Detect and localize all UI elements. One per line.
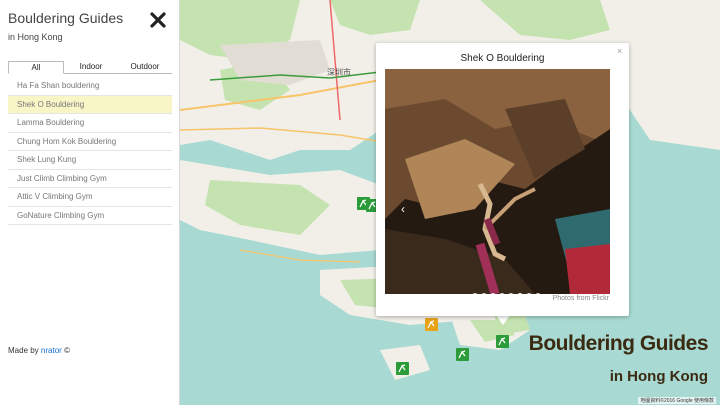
popup-close-icon[interactable]: × xyxy=(617,46,622,56)
list-item[interactable]: Ha Fa Shan bouldering xyxy=(8,77,172,96)
carousel-dot[interactable] xyxy=(499,293,505,294)
city-label: 深圳市 xyxy=(327,68,351,77)
list-item[interactable]: Just Climb Climbing Gym xyxy=(8,170,172,188)
list-item[interactable]: Shek Lung Kung xyxy=(8,151,172,170)
brand-subtitle: in Hong Kong xyxy=(609,368,708,385)
carousel-dots xyxy=(472,293,541,294)
brand-title: Bouldering Guides xyxy=(528,332,709,355)
carousel-dot[interactable] xyxy=(490,293,496,294)
outdoor-marker[interactable] xyxy=(396,362,409,375)
popup-caret xyxy=(496,315,510,325)
list-item[interactable]: GoNature Climbing Gym xyxy=(8,207,172,225)
carousel-dot[interactable] xyxy=(535,293,541,294)
photo-credit: Photos from Flickr xyxy=(552,295,609,302)
footer: Made by nrator © xyxy=(8,346,70,355)
sidebar: Bouldering Guides in Hong Kong All Indoo… xyxy=(0,0,180,405)
carousel-dot[interactable] xyxy=(481,293,487,294)
carousel-dot[interactable] xyxy=(472,293,478,294)
carousel-dot[interactable] xyxy=(508,293,514,294)
indoor-marker[interactable] xyxy=(425,318,438,331)
close-icon[interactable] xyxy=(150,12,166,28)
filter-tabs: All Indoor Outdoor xyxy=(8,61,172,74)
list-item[interactable]: Shek O Bouldering xyxy=(8,95,172,114)
list-item[interactable]: Attic V Climbing Gym xyxy=(8,188,172,207)
info-popup: Shek O Bouldering × ‹ Photos from Flickr xyxy=(376,43,629,316)
climbing-photo xyxy=(385,69,610,294)
tab-indoor[interactable]: Indoor xyxy=(64,61,118,73)
popup-title: Shek O Bouldering xyxy=(460,53,545,64)
carousel-prev-icon[interactable]: ‹ xyxy=(401,202,405,216)
carousel-dot-active[interactable] xyxy=(517,293,523,294)
list-item[interactable]: Lamma Bouldering xyxy=(8,114,172,133)
footer-suffix: © xyxy=(64,346,70,355)
photo-carousel[interactable]: ‹ xyxy=(385,69,610,294)
list-item[interactable]: Chung Hom Kok Bouldering xyxy=(8,133,172,151)
tab-outdoor[interactable]: Outdoor xyxy=(118,61,172,73)
app-subtitle: in Hong Kong xyxy=(8,32,63,42)
author-link[interactable]: nrator xyxy=(41,346,62,355)
tab-all[interactable]: All xyxy=(8,61,64,74)
outdoor-marker[interactable] xyxy=(456,348,469,361)
map-attribution[interactable]: 地圖資料©2016 Google 使用條款 xyxy=(638,397,716,404)
footer-prefix: Made by xyxy=(8,346,39,355)
guide-list: Ha Fa Shan bouldering Shek O Bouldering … xyxy=(8,77,172,225)
carousel-dot[interactable] xyxy=(526,293,532,294)
app-title: Bouldering Guides xyxy=(8,10,124,26)
outdoor-marker-selected[interactable] xyxy=(496,335,509,348)
